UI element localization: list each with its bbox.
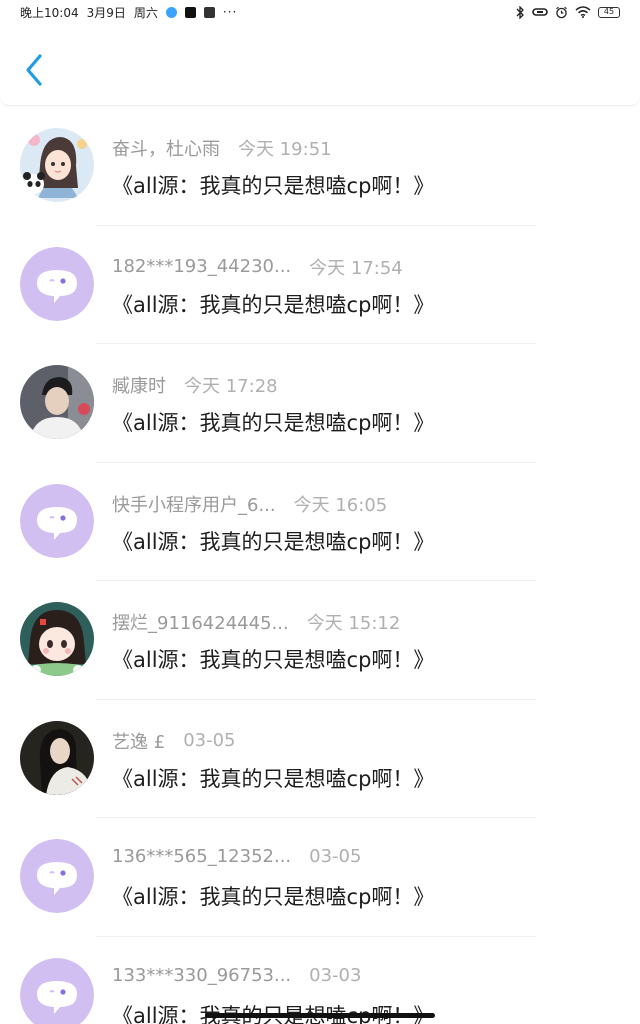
message-item[interactable]: 快手小程序用户_6... 今天 16:05 《all源：我真的只是想嗑cp啊！》 bbox=[0, 463, 640, 581]
avatar-anime-girl-panda bbox=[20, 128, 94, 202]
avatar[interactable] bbox=[20, 246, 94, 321]
message-item[interactable]: 臧康时 今天 17:28 《all源：我真的只是想嗑cp啊！》 bbox=[0, 344, 640, 463]
status-weekday: 周六 bbox=[133, 5, 158, 20]
message-meta: 快手小程序用户_6... 今天 16:05 bbox=[112, 491, 387, 517]
sender-name: 摆烂_9116424445... bbox=[112, 613, 289, 634]
status-right: 45 bbox=[515, 5, 620, 19]
more-notifications-icon: ··· bbox=[222, 5, 238, 19]
avatar[interactable] bbox=[20, 720, 94, 795]
message-time: 03-05 bbox=[309, 846, 362, 867]
message-item[interactable]: 133***330_96753... 03-03 《all源：我真的只是想嗑cp… bbox=[0, 937, 640, 1024]
chat-bubble-avatar-icon bbox=[20, 957, 94, 1024]
sender-name: 快手小程序用户_6... bbox=[112, 494, 276, 516]
sender-name: 臧康时 bbox=[112, 376, 166, 397]
message-time: 03-05 bbox=[183, 730, 236, 751]
status-left: 晚上10:04 3月9日 周六 ··· bbox=[20, 4, 237, 21]
chevron-left-icon bbox=[26, 54, 42, 86]
status-bar: 晚上10:04 3月9日 周六 ··· 45 bbox=[0, 0, 640, 24]
avatar[interactable] bbox=[20, 957, 94, 1024]
bluetooth-icon bbox=[516, 5, 524, 19]
chat-bubble-avatar-icon bbox=[20, 483, 94, 558]
wifi-icon bbox=[575, 6, 591, 18]
message-meta: 艺逸 £ 03-05 bbox=[112, 728, 236, 754]
message-item[interactable]: 摆烂_9116424445... 今天 15:12 《all源：我真的只是想嗑c… bbox=[0, 581, 640, 700]
message-time: 今天 19:51 bbox=[238, 139, 332, 160]
message-text: 《all源：我真的只是想嗑cp啊！》 bbox=[112, 766, 435, 791]
home-indicator[interactable] bbox=[205, 1013, 435, 1018]
message-meta: 臧康时 今天 17:28 bbox=[112, 372, 278, 398]
avatar-photo-boy bbox=[20, 365, 94, 439]
chat-bubble-avatar-icon bbox=[20, 839, 94, 913]
message-text: 《all源：我真的只是想嗑cp啊！》 bbox=[112, 1000, 434, 1024]
avatar[interactable] bbox=[20, 602, 94, 676]
message-meta: 133***330_96753... 03-03 bbox=[112, 965, 361, 986]
message-time: 今天 17:28 bbox=[184, 376, 278, 397]
back-button[interactable] bbox=[18, 50, 52, 90]
message-text: 《all源：我真的只是想嗑cp啊！》 bbox=[112, 648, 435, 672]
message-time: 今天 16:05 bbox=[293, 494, 388, 516]
sender-name: 奋斗，杜心雨 bbox=[112, 139, 220, 160]
message-text: 《all源：我真的只是想嗑cp啊！》 bbox=[112, 292, 435, 317]
sender-name: 艺逸 £ bbox=[112, 731, 166, 753]
message-time: 03-03 bbox=[309, 964, 362, 986]
notification-app-icon bbox=[203, 6, 215, 18]
avatar[interactable] bbox=[20, 483, 94, 558]
link-icon bbox=[532, 8, 548, 16]
message-time: 今天 17:54 bbox=[309, 257, 403, 279]
status-date: 3月9日 bbox=[86, 5, 126, 20]
message-item[interactable]: 奋斗，杜心雨 今天 19:51 《all源：我真的只是想嗑cp啊！》 bbox=[0, 107, 640, 226]
sender-name: 182***193_44230... bbox=[112, 256, 292, 277]
battery-icon: 45 bbox=[598, 6, 620, 18]
avatar[interactable] bbox=[20, 128, 94, 202]
alarm-icon bbox=[556, 6, 567, 18]
message-list: 奋斗，杜心雨 今天 19:51 《all源：我真的只是想嗑cp啊！》 182**… bbox=[0, 107, 640, 1024]
chat-bubble-avatar-icon bbox=[20, 246, 94, 321]
sender-name: 136***565_12352... bbox=[112, 846, 292, 867]
message-meta: 182***193_44230... 今天 17:54 bbox=[112, 254, 403, 280]
status-time: 晚上10:04 bbox=[20, 5, 79, 20]
avatar[interactable] bbox=[20, 839, 94, 913]
message-text: 《all源：我真的只是想嗑cp啊！》 bbox=[112, 885, 435, 909]
message-meta: 136***565_12352... 03-05 bbox=[112, 846, 361, 867]
sender-name: 133***330_96753... bbox=[112, 964, 292, 986]
message-item[interactable]: 182***193_44230... 今天 17:54 《all源：我真的只是想… bbox=[0, 226, 640, 344]
message-text: 《all源：我真的只是想嗑cp啊！》 bbox=[112, 411, 435, 435]
message-meta: 奋斗，杜心雨 今天 19:51 bbox=[112, 135, 332, 161]
message-item[interactable]: 136***565_12352... 03-05 《all源：我真的只是想嗑cp… bbox=[0, 818, 640, 937]
douyin-notification-icon bbox=[184, 6, 196, 18]
message-meta: 摆烂_9116424445... 今天 15:12 bbox=[112, 609, 400, 635]
message-time: 今天 15:12 bbox=[306, 613, 401, 634]
message-text: 《all源：我真的只是想嗑cp啊！》 bbox=[112, 174, 435, 198]
message-item[interactable]: 艺逸 £ 03-05 《all源：我真的只是想嗑cp啊！》 bbox=[0, 700, 640, 818]
avatar[interactable] bbox=[20, 365, 94, 439]
page-header bbox=[0, 24, 640, 106]
avatar-photo-girl bbox=[20, 720, 94, 795]
avatar-cartoon-girl bbox=[20, 602, 94, 676]
notification-app-icon bbox=[165, 6, 177, 18]
message-text: 《all源：我真的只是想嗑cp啊！》 bbox=[112, 529, 435, 554]
